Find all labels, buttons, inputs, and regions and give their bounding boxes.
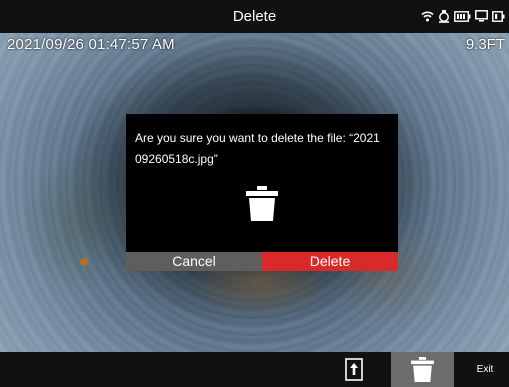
export-icon bbox=[345, 358, 363, 385]
battery-icon bbox=[454, 10, 471, 22]
exit-button[interactable]: Exit bbox=[468, 352, 502, 387]
screen-icon bbox=[475, 10, 488, 22]
screen: Delete 2021/09/26 01:47:57 AM 9.3FT Are … bbox=[0, 0, 509, 387]
bottom-bar: Exit bbox=[0, 352, 509, 387]
export-button[interactable] bbox=[345, 358, 363, 386]
delete-confirm-dialog: Are you sure you want to delete the file… bbox=[126, 114, 398, 271]
top-bar: Delete bbox=[0, 0, 509, 33]
feed-texture bbox=[20, 153, 130, 293]
wifi-icon bbox=[421, 10, 434, 22]
trash-icon bbox=[246, 186, 278, 226]
battery-small-icon bbox=[492, 10, 505, 22]
delete-button[interactable]: Delete bbox=[262, 252, 398, 271]
dialog-message: Are you sure you want to delete the file… bbox=[135, 131, 380, 166]
status-icons bbox=[421, 9, 505, 23]
delete-tool-button[interactable] bbox=[391, 352, 454, 387]
light-icon bbox=[438, 9, 450, 23]
cancel-button[interactable]: Cancel bbox=[126, 252, 262, 271]
feed-texture bbox=[80, 258, 88, 266]
distance-readout: 9.3FT bbox=[465, 36, 505, 53]
datetime-readout: 2021/09/26 01:47:57 AM bbox=[7, 36, 175, 53]
